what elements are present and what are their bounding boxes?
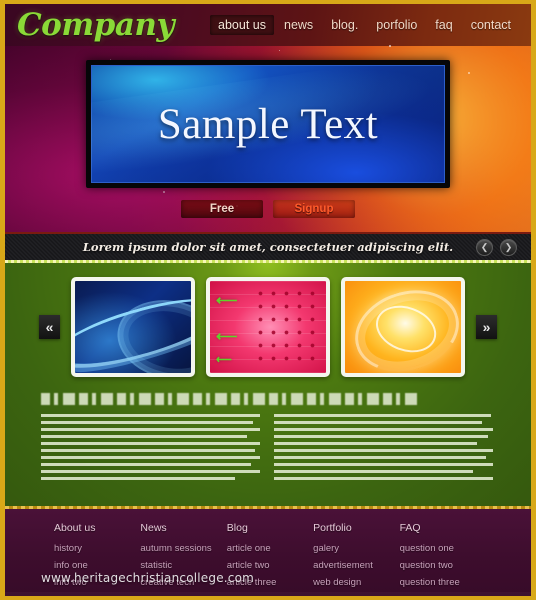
footer-link[interactable]: web design	[313, 577, 399, 588]
blue-abstract-waves-thumbnail[interactable]	[71, 277, 195, 377]
hero-banner-title: Sample Text	[157, 100, 379, 148]
site-logo[interactable]: Company	[17, 9, 174, 41]
header-top-bar: Company about us news blog. porfolio faq…	[5, 4, 531, 46]
left-arrow-icon: ⟵	[216, 354, 232, 366]
blurred-text-column-left	[41, 414, 262, 484]
blurred-content-block	[5, 389, 531, 500]
nav-item-contact[interactable]: contact	[463, 15, 519, 35]
footer-column-title: FAQ	[399, 522, 421, 534]
nav-item-about-us[interactable]: about us	[210, 15, 274, 35]
footer-link[interactable]: article two	[227, 560, 313, 571]
watermark-url: www.heritagechristiancollege.com	[41, 571, 255, 585]
tagline-arrow-group: ❮ ❯	[476, 238, 517, 256]
footer-link[interactable]: article one	[227, 543, 313, 554]
hero-button-group: Free Signup	[5, 200, 531, 218]
footer-link[interactable]: question one	[400, 543, 486, 554]
footer-column-title: Portfolio	[313, 522, 352, 534]
footer-column-title: Blog	[226, 522, 248, 534]
footer-link[interactable]: question two	[400, 560, 486, 571]
footer-link[interactable]: question three	[400, 577, 486, 588]
blurred-text-columns	[41, 414, 495, 484]
gallery-next-button[interactable]: »	[476, 315, 497, 339]
main-navigation: about us news blog. porfolio faq contact	[210, 15, 531, 35]
tagline-text: Lorem ipsum dolor sit amet, consectetuer…	[82, 240, 454, 254]
hero-section: Company about us news blog. porfolio faq…	[5, 4, 531, 232]
footer-column-portfolio: Portfolio galery advertisement web desig…	[313, 522, 399, 594]
footer-column-faq: FAQ question one question two question t…	[400, 522, 486, 594]
footer-column-title: News	[140, 522, 167, 534]
nav-item-blog[interactable]: blog.	[323, 15, 366, 35]
nav-item-faq[interactable]: faq	[427, 15, 460, 35]
free-button[interactable]: Free	[181, 200, 263, 218]
footer-link[interactable]: info one	[54, 560, 140, 571]
blurred-heading	[41, 393, 418, 405]
footer-link[interactable]: galery	[313, 543, 399, 554]
dot-pattern-decoration	[254, 287, 320, 367]
tagline-bar: Lorem ipsum dolor sit amet, consectetuer…	[5, 232, 531, 260]
dotted-divider	[5, 260, 531, 263]
footer-column-title: About us	[54, 522, 96, 534]
chevron-right-icon[interactable]: ❯	[500, 238, 517, 256]
footer: About us history info one info two News …	[5, 506, 531, 596]
orange-swirl-thumbnail[interactable]	[341, 277, 465, 377]
footer-link[interactable]: advertisement	[313, 560, 399, 571]
footer-link[interactable]: statistic	[140, 560, 226, 571]
nav-item-porfolio[interactable]: porfolio	[368, 15, 425, 35]
nav-item-news[interactable]: news	[276, 15, 321, 35]
gallery-prev-button[interactable]: «	[39, 315, 60, 339]
hero-banner-image: Sample Text	[91, 65, 445, 183]
chevron-left-icon[interactable]: ❮	[476, 238, 493, 256]
gallery-section: « ⟵ ⟵ ⟵ »	[5, 260, 531, 506]
footer-link[interactable]: history	[54, 543, 140, 554]
footer-link[interactable]: autumn sessions	[140, 543, 226, 554]
blurred-text-column-right	[274, 414, 495, 484]
left-arrow-icon: ⟵	[216, 292, 238, 309]
left-arrow-icon: ⟵	[216, 328, 238, 345]
footer-bottom-bar: Copyright © 2010 Site company	[5, 592, 531, 596]
hero-banner[interactable]: Sample Text	[86, 60, 450, 188]
website-page: Company about us news blog. porfolio faq…	[0, 0, 536, 600]
signup-button[interactable]: Signup	[273, 200, 355, 218]
pink-arrows-pattern-thumbnail[interactable]: ⟵ ⟵ ⟵	[206, 277, 330, 377]
gallery-carousel: « ⟵ ⟵ ⟵ »	[5, 263, 531, 389]
